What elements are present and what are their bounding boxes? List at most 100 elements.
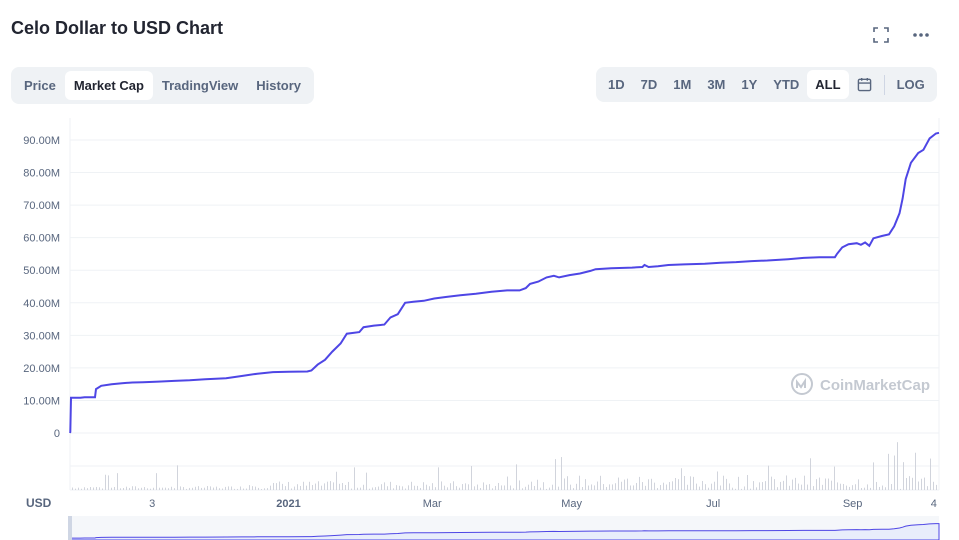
volume-bar (201, 487, 202, 490)
volume-bar (282, 483, 283, 490)
volume-bar (846, 485, 847, 490)
volume-bar (936, 484, 937, 490)
volume-bar (738, 476, 739, 490)
volume-bar (933, 481, 934, 490)
volume-bar (753, 481, 754, 490)
volume-bar (591, 484, 592, 490)
volume-bar (354, 467, 355, 490)
volume-bar (507, 476, 508, 490)
volume-bar (855, 484, 856, 490)
volume-bar (399, 485, 400, 490)
y-tick-label: 80.00M (23, 168, 60, 180)
volume-bar (561, 457, 562, 490)
volume-bar (930, 458, 931, 490)
volume-bar (285, 486, 286, 490)
volume-bar (894, 455, 895, 490)
volume-bar (819, 477, 820, 490)
volume-bar (828, 478, 829, 490)
volume-bar (858, 479, 859, 490)
volume-bar (657, 488, 658, 490)
volume-bar (453, 481, 454, 490)
volume-bar (531, 481, 532, 490)
volume-bar (861, 488, 862, 490)
volume-bar (78, 487, 79, 490)
volume-bar (852, 485, 853, 490)
volume-bar (189, 487, 190, 490)
volume-bar (903, 462, 904, 490)
volume-bar (594, 485, 595, 490)
volume-bar (462, 484, 463, 490)
volume-bar (267, 488, 268, 490)
volume-bar (927, 486, 928, 490)
volume-bar (177, 465, 178, 490)
volume-bar (558, 486, 559, 490)
volume-bar (111, 487, 112, 490)
volume-bar (108, 475, 109, 490)
volume-bar (699, 486, 700, 490)
volume-bar (510, 485, 511, 490)
volume-bar (96, 486, 97, 490)
volume-bar (114, 486, 115, 490)
market-cap-line (69, 131, 940, 434)
volume-bar (360, 487, 361, 490)
volume-bar (837, 482, 838, 490)
volume-bar (528, 484, 529, 490)
volume-bar (339, 483, 340, 490)
volume-bar (396, 485, 397, 490)
volume-bar (792, 479, 793, 490)
volume-bar (675, 477, 676, 490)
volume-bar (246, 488, 247, 490)
volume-bar (168, 488, 169, 490)
volume-bar (408, 485, 409, 490)
volume-bar (300, 485, 301, 490)
volume-bar (306, 485, 307, 490)
range-navigator[interactable] (68, 516, 940, 540)
volume-bar (849, 486, 850, 490)
volume-bar (456, 486, 457, 490)
volume-bar (636, 482, 637, 490)
volume-bar (261, 488, 262, 490)
volume-bar (696, 483, 697, 490)
volume-bar (165, 487, 166, 490)
market-cap-chart[interactable]: 90.00M 80.00M 70.00M 60.00M 50.00M 40.00M 30.0… (0, 0, 959, 540)
y-tick-label: 20.00M (23, 363, 60, 375)
volume-bar (492, 488, 493, 490)
volume-bar (132, 486, 133, 490)
volume-bar (639, 476, 640, 490)
volume-bar (351, 488, 352, 490)
volume-bar (156, 473, 157, 490)
volume-bar (228, 486, 229, 490)
volume-bar (195, 486, 196, 490)
volume-bar (378, 486, 379, 490)
volume-bar (402, 486, 403, 490)
volume-bar (879, 486, 880, 490)
volume-bar (723, 475, 724, 490)
volume-bar (915, 452, 916, 490)
volume-bar (666, 484, 667, 490)
volume-bar (891, 484, 892, 490)
volume-bar (291, 488, 292, 490)
volume-bar (822, 484, 823, 490)
volume-bar (150, 488, 151, 490)
volume-bar (258, 487, 259, 490)
volume-bar (324, 483, 325, 490)
volume-bar (279, 481, 280, 490)
volume-bar (771, 476, 772, 490)
volume-bar (540, 487, 541, 490)
volume-bar (735, 488, 736, 490)
volume-bar (864, 487, 865, 490)
y-tick-label: 30.00M (23, 330, 60, 342)
volume-bar (810, 458, 811, 490)
volume-bar (906, 477, 907, 490)
volume-bar (708, 487, 709, 490)
volume-bar (609, 484, 610, 490)
volume-bar (834, 466, 835, 490)
volume-bar (603, 484, 604, 490)
volume-bar (585, 479, 586, 490)
volume-bar (309, 481, 310, 490)
volume-bar (447, 487, 448, 490)
volume-bar (72, 487, 73, 490)
volume-bar (138, 488, 139, 490)
volume-bar (459, 487, 460, 490)
volume-bar (759, 482, 760, 490)
